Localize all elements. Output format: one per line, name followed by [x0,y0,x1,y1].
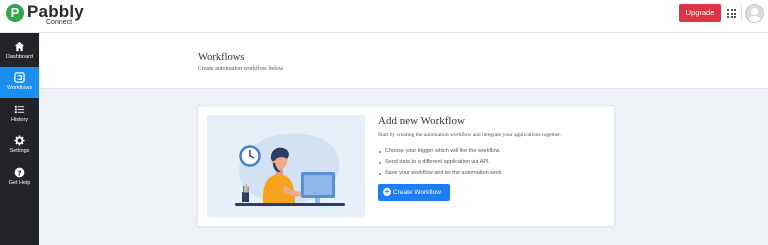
logo-mark: P [6,4,24,22]
history-icon [14,105,25,114]
list-item: Choose your trigger which will fire the … [378,146,503,157]
sidebar-item-label: Settings [9,148,30,154]
sidebar-item-get-help[interactable]: ? Get Help [0,162,39,193]
sidebar: Dashboard Workflows History Settings ? G… [0,33,39,245]
plus-circle-icon: + [383,187,391,196]
home-icon [14,41,25,52]
apps-grid-icon[interactable] [727,9,736,18]
page-subtitle: Create automation workflow below. [198,66,285,72]
upgrade-button[interactable]: Upgrade [679,4,721,22]
workflow-icon [14,72,25,83]
user-avatar[interactable] [745,4,764,23]
svg-text:?: ? [17,168,21,177]
card-description: Start by creating the automation workflo… [378,132,562,138]
sidebar-item-label: Dashboard [6,54,33,60]
page-header [40,33,768,89]
sidebar-item-workflows[interactable]: Workflows [0,67,39,98]
top-bar: P Pabbly Connect Upgrade [0,0,768,33]
list-item: Send data to a different application via… [378,157,503,168]
help-icon: ? [14,167,25,178]
add-workflow-card: Add new Workflow Start by creating the a… [197,105,615,227]
logo-product: Connect [46,19,73,26]
feature-list: Choose your trigger which will fire the … [378,146,503,179]
card-title: Add new Workflow [378,115,465,127]
sidebar-item-settings[interactable]: Settings [0,130,39,161]
topbar-divider [741,6,742,22]
sidebar-item-history[interactable]: History [0,99,39,130]
sidebar-item-label: Workflows [6,85,33,91]
list-item: Save your workflow and let the automatio… [378,168,503,179]
workflow-illustration [207,115,365,217]
page-title: Workflows [198,52,245,63]
create-workflow-button[interactable]: + Create Workflow [378,184,450,201]
sidebar-item-dashboard[interactable]: Dashboard [0,36,39,67]
create-workflow-label: Create Workflow [393,189,441,196]
sidebar-item-label: History [10,117,29,123]
gear-icon [14,135,25,146]
sidebar-item-label: Get Help [8,180,31,186]
